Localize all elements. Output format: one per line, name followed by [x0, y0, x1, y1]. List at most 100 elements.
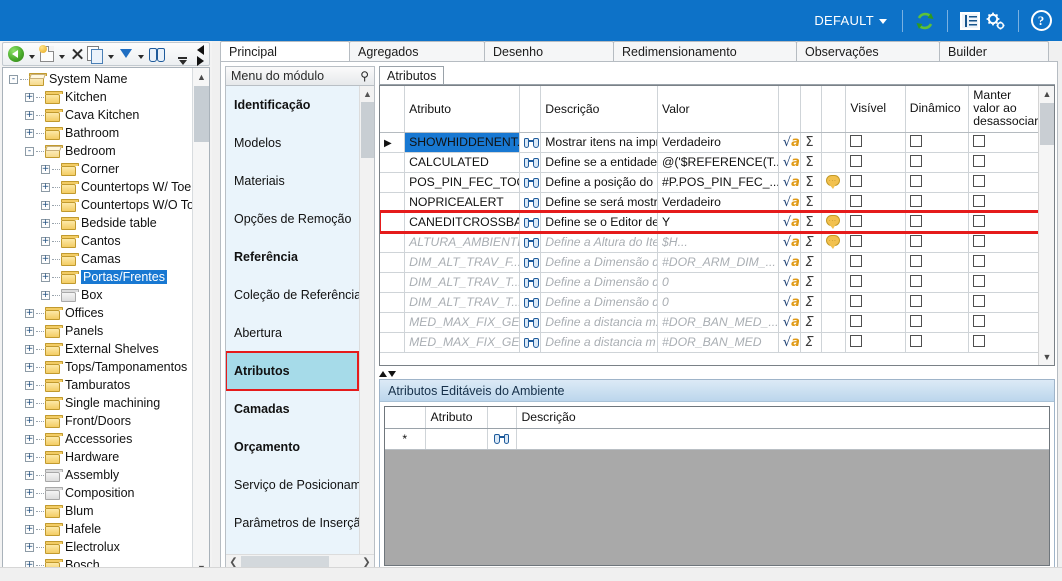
expand-icon[interactable]: + — [25, 128, 34, 138]
cell-formula-button[interactable]: √a — [778, 292, 802, 313]
table-row[interactable]: POS_PIN_FEC_TOQ Define a posição do ... #P… — [380, 172, 1039, 193]
tree-node[interactable]: + Hardware — [3, 448, 193, 466]
cell-formula-button[interactable]: √a — [778, 132, 802, 153]
cell-value[interactable]: #DOR_BAN_MED — [657, 332, 779, 353]
help-button[interactable]: ? — [1028, 8, 1054, 34]
module-menu-item-refer-ncia[interactable]: Referência — [226, 238, 358, 276]
cell-description[interactable]: Define a distancia m... — [540, 312, 658, 333]
formula-icon[interactable]: √a — [783, 335, 800, 350]
find-icon[interactable] — [523, 197, 539, 209]
formula-icon[interactable]: √a — [783, 275, 800, 290]
module-menu-item-materiais[interactable]: Materiais — [226, 162, 358, 200]
cell-comment[interactable] — [821, 152, 847, 173]
expand-icon[interactable]: + — [25, 362, 34, 372]
tree-node[interactable]: + Single machining — [3, 394, 193, 412]
cell-description[interactable]: Define a distancia m — [540, 332, 658, 353]
sum-icon[interactable]: Σ — [805, 315, 813, 330]
find-icon[interactable] — [523, 137, 539, 149]
cell-value[interactable]: $H... — [657, 232, 779, 253]
expand-icon[interactable]: + — [25, 344, 34, 354]
tab-agregados[interactable]: Agregados — [349, 41, 485, 62]
cell-formula-button[interactable]: √a — [778, 232, 802, 253]
checkbox[interactable] — [850, 274, 863, 287]
checkbox[interactable] — [909, 194, 922, 207]
cell-sum-button[interactable]: Σ — [800, 252, 822, 273]
checkbox[interactable] — [850, 234, 863, 247]
comment-icon[interactable]: ··· — [825, 215, 840, 229]
table-row[interactable]: MED_MAX_FIX_GE Define a distancia m #DOR_B… — [380, 332, 1039, 353]
checkbox[interactable] — [850, 294, 863, 307]
cell-comment[interactable]: ··· — [821, 172, 847, 193]
cell-dynamic-checkbox[interactable] — [905, 332, 970, 353]
cell-formula-button[interactable]: √a — [778, 332, 802, 353]
module-menu-item-par-metros-de-inser--o[interactable]: Parâmetros de Inserção — [226, 504, 367, 542]
expand-icon[interactable]: + — [41, 218, 50, 228]
comment-icon[interactable]: ··· — [825, 175, 840, 189]
tree-node[interactable]: + Tops/Tamponamentos — [3, 358, 193, 376]
tree-node[interactable]: + Bathroom — [3, 124, 193, 142]
cell-formula-button[interactable]: √a — [778, 152, 802, 173]
table-row[interactable]: CANEDITCROSSBAR Define se o Editor de... Y… — [380, 210, 1041, 234]
cell-description[interactable]: Define a Dimensão d... — [540, 272, 658, 293]
cell-visible-checkbox[interactable] — [845, 312, 906, 333]
back-dropdown-icon[interactable] — [29, 54, 35, 59]
cell-find-button[interactable] — [519, 272, 542, 293]
sum-icon[interactable]: Σ — [805, 195, 813, 210]
checkbox[interactable] — [973, 334, 986, 347]
cell-attribute[interactable]: CANEDITCROSSBAR — [404, 212, 520, 233]
expand-icon[interactable]: + — [25, 434, 34, 444]
find-icon[interactable] — [523, 157, 539, 169]
cell-value[interactable]: 0 — [657, 292, 779, 313]
cell-comment[interactable]: ··· — [821, 232, 847, 253]
cell-formula-button[interactable]: √a — [778, 172, 802, 193]
tree-node[interactable]: - Bedroom — [3, 142, 193, 160]
back-button[interactable] — [7, 44, 25, 64]
cell-comment[interactable] — [821, 252, 847, 273]
table-row[interactable]: DIM_ALT_TRAV_F... Define a Dimensão d... #… — [380, 252, 1039, 273]
checkbox[interactable] — [909, 334, 922, 347]
formula-icon[interactable]: √a — [783, 235, 800, 250]
cell-visible-checkbox[interactable] — [845, 172, 906, 193]
checkbox[interactable] — [909, 174, 922, 187]
checkbox[interactable] — [973, 254, 986, 267]
scroll-up-icon[interactable]: ▲ — [1039, 86, 1054, 102]
cell-description[interactable]: Mostrar itens na impr... — [540, 132, 658, 153]
cell-keep-value-checkbox[interactable] — [968, 292, 1039, 313]
cell-attribute[interactable]: DIM_ALT_TRAV_F... — [404, 252, 520, 273]
cell-find-button[interactable] — [519, 212, 542, 233]
cell-dynamic-checkbox[interactable] — [905, 152, 970, 173]
tree-node[interactable]: + Box — [3, 286, 193, 304]
cell-attribute[interactable]: DIM_ALT_TRAV_T... — [404, 272, 520, 293]
table-row[interactable]: DIM_ALT_TRAV_T... Define a Dimensão d... 0… — [380, 272, 1039, 293]
expand-icon[interactable]: + — [41, 290, 50, 300]
cell-visible-checkbox[interactable] — [845, 212, 906, 233]
module-menu-item-identifica--o[interactable]: Identificação — [226, 86, 358, 124]
tree-node[interactable]: + External Shelves — [3, 340, 193, 358]
tree-node[interactable]: + Hafele — [3, 520, 193, 538]
checkbox[interactable] — [850, 334, 863, 347]
checkbox[interactable] — [909, 314, 922, 327]
cell-visible-checkbox[interactable] — [845, 292, 906, 313]
expand-icon[interactable]: + — [25, 92, 34, 102]
sum-icon[interactable]: Σ — [805, 335, 813, 350]
cell-sum-button[interactable]: Σ — [800, 212, 822, 233]
tree-node[interactable]: + Cantos — [3, 232, 193, 250]
cell-formula-button[interactable]: √a — [778, 272, 802, 293]
checkbox[interactable] — [850, 194, 863, 207]
expand-icon[interactable]: + — [25, 110, 34, 120]
tab-builder[interactable]: Builder — [939, 41, 1049, 62]
copy-button[interactable] — [86, 44, 104, 64]
cell-description[interactable]: Define se a entidade... — [540, 152, 658, 173]
move-down-button[interactable] — [118, 44, 134, 64]
tree-node[interactable]: - System Name — [3, 70, 193, 88]
scroll-up-icon[interactable]: ▲ — [360, 86, 374, 101]
cell-find-button[interactable] — [519, 312, 542, 333]
cell-sum-button[interactable]: Σ — [800, 172, 822, 193]
cell-comment[interactable] — [821, 332, 847, 353]
checkbox[interactable] — [909, 134, 922, 147]
expand-icon[interactable]: + — [25, 470, 34, 480]
cell-dynamic-checkbox[interactable] — [905, 272, 970, 293]
find-icon[interactable] — [523, 337, 539, 349]
cell-description[interactable]: Define se será mostr... — [540, 192, 658, 213]
comment-icon[interactable]: ··· — [825, 235, 840, 249]
